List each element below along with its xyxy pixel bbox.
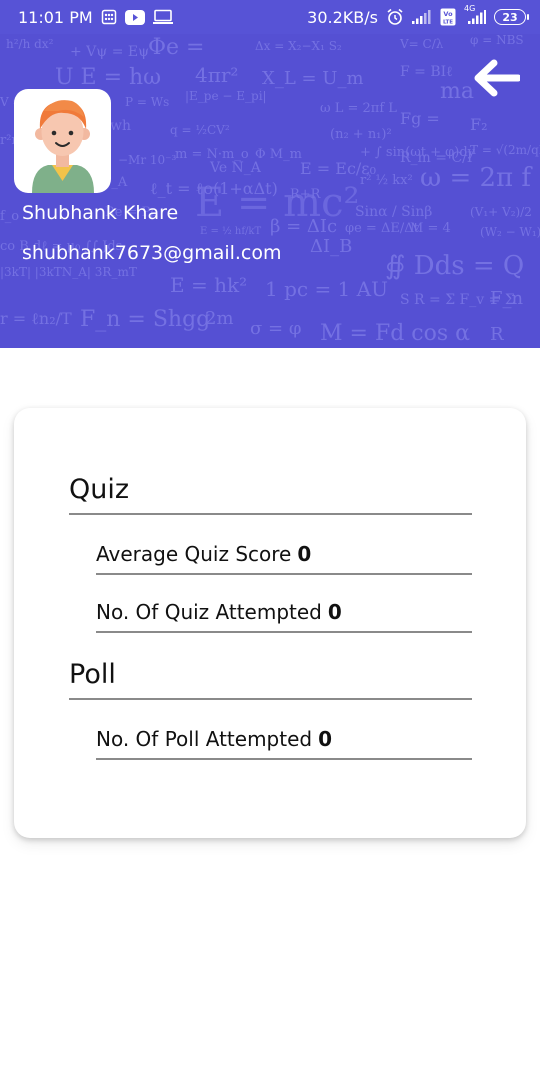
quiz-title-divider — [69, 513, 472, 515]
youtube-icon — [124, 9, 145, 25]
svg-text:2m: 2m — [205, 308, 234, 329]
battery-icon: 23 — [494, 9, 529, 25]
volte-bottom-text: LTE — [443, 20, 453, 26]
avatar[interactable] — [14, 89, 111, 193]
average-quiz-score-label: Average Quiz Score — [96, 542, 292, 566]
poll-attempted-row: No. Of Poll Attempted 0 — [96, 727, 332, 751]
svg-text:M = 4: M = 4 — [410, 221, 451, 236]
svg-text:E = ½ hf/kT: E = ½ hf/kT — [200, 226, 261, 237]
status-bar-left: 11:01 PM — [18, 8, 173, 27]
svg-text:q = ½CV²: q = ½CV² — [170, 123, 230, 137]
user-name: Shubhank Khare — [22, 202, 179, 224]
svg-text:T = √(2m/qB) (E−6): T = √(2m/qB) (E−6) — [470, 143, 540, 157]
quiz-attempted-label: No. Of Quiz Attempted — [96, 600, 322, 624]
svg-text:φ = NBS: φ = NBS — [470, 34, 524, 47]
svg-text:∯ Dds = Q: ∯ Dds = Q — [385, 251, 524, 281]
stats-card: Quiz Average Quiz Score 0 No. Of Quiz Att… — [14, 408, 526, 838]
svg-text:σ = φ: σ = φ — [250, 318, 301, 339]
svg-text:β = ΔIc: β = ΔIc — [270, 216, 337, 237]
svg-text:+ ∫ sin(ωt + φ)dy: + ∫ sin(ωt + φ)dy — [360, 145, 476, 160]
svg-text:P = Ws: P = Ws — [125, 95, 169, 109]
svg-text:|E_pe − E_pi|: |E_pe − E_pi| — [185, 89, 267, 103]
svg-text:ω = 2π f: ω = 2π f — [420, 163, 533, 193]
poll-attempted-divider — [96, 758, 472, 760]
poll-title-divider — [69, 698, 472, 700]
poll-attempted-label: No. Of Poll Attempted — [96, 727, 313, 751]
svg-text:wh: wh — [110, 118, 131, 134]
svg-text:4πr²: 4πr² — [195, 63, 238, 87]
quiz-attempted-row: No. Of Quiz Attempted 0 — [96, 600, 342, 624]
battery-level: 23 — [502, 10, 518, 24]
svg-text:U E = hω: U E = hω — [55, 65, 161, 90]
status-bar: 11:01 PM 30.2KB/s Vo LTE 4G 23 — [0, 0, 540, 34]
status-time: 11:01 PM — [18, 7, 93, 27]
cast-icon — [152, 9, 173, 25]
poll-attempted-value: 0 — [318, 727, 333, 751]
signal-4g-icon: 4G — [464, 4, 486, 24]
sim-card-icon — [101, 9, 117, 25]
svg-text:Δx = X₂−X₁ S₂: Δx = X₂−X₁ S₂ — [255, 39, 342, 53]
status-bar-right: 30.2KB/s Vo LTE 4G 23 — [307, 4, 529, 27]
svg-text:(n₂ + n₁)²: (n₂ + n₁)² — [330, 127, 392, 142]
svg-text:V= C/λ: V= C/λ — [399, 37, 444, 51]
svg-text:f_o: f_o — [0, 209, 19, 224]
svg-text:F₂: F₂ — [470, 115, 488, 134]
user-email: shubhank7673@gmail.com — [22, 242, 282, 264]
quiz-attempted-value: 0 — [327, 600, 342, 624]
volte-icon: Vo LTE — [440, 8, 456, 26]
back-button[interactable] — [470, 56, 522, 100]
svg-text:Φe =: Φe = — [148, 35, 204, 60]
svg-text:r = ℓn₂/T: r = ℓn₂/T — [0, 309, 72, 328]
svg-text:R: R — [490, 324, 504, 345]
svg-text:F_n: F_n — [490, 288, 523, 309]
svg-text:(W₂ − W₁): (W₂ − W₁) — [480, 225, 540, 239]
average-quiz-score-value: 0 — [297, 542, 312, 566]
signal-icon — [412, 10, 432, 24]
svg-text:+ Vψ = Eψ: + Vψ = Eψ — [70, 44, 149, 60]
svg-text:Fg =: Fg = — [400, 109, 440, 128]
svg-text:φe = ΔE/Δt: φe = ΔE/Δt — [345, 221, 420, 236]
average-quiz-score-row: Average Quiz Score 0 — [96, 542, 311, 566]
network-speed: 30.2KB/s — [307, 7, 378, 27]
svg-text:−Mr 10⁻³: −Mr 10⁻³ — [118, 153, 176, 167]
svg-text:F = BIℓ: F = BIℓ — [400, 64, 453, 80]
volte-top-text: Vo — [443, 10, 453, 18]
average-quiz-score-divider — [96, 573, 472, 575]
svg-text:F_n = Shgg: F_n = Shgg — [80, 307, 210, 332]
svg-text:(V₁+ V₂)/2: (V₁+ V₂)/2 — [470, 205, 532, 219]
profile-header: h²/h dx² + Vψ = Eψ Φe = Δx = X₂−X₁ S₂ V=… — [0, 34, 540, 348]
svg-text:ω L = 2πf L: ω L = 2πf L — [320, 101, 397, 116]
alarm-icon — [386, 8, 404, 26]
svg-text:|3kT| |3kTN_A| 3R_mT: |3kT| |3kTN_A| 3R_mT — [0, 265, 137, 279]
network-type: 4G — [464, 4, 476, 13]
svg-text:Ve N_A: Ve N_A — [209, 160, 262, 176]
svg-text:ma: ma — [440, 79, 474, 104]
quiz-section-title: Quiz — [69, 474, 130, 505]
svg-text:M = Fd cos α: M = Fd cos α — [320, 321, 470, 346]
svg-text:E = hk²: E = hk² — [170, 273, 247, 297]
poll-section-title: Poll — [69, 659, 116, 690]
svg-text:X_L = U_m: X_L = U_m — [262, 68, 364, 89]
arrow-back-icon — [474, 59, 520, 97]
svg-text:ΔI_B: ΔI_B — [310, 236, 352, 257]
svg-text:Sinα / Sinβ: Sinα / Sinβ — [355, 204, 432, 220]
svg-text:Φ M_m: Φ M_m — [255, 147, 302, 162]
svg-text:h²/h dx²: h²/h dx² — [6, 37, 54, 51]
svg-text:r² ½ kx²: r² ½ kx² — [360, 173, 413, 188]
user-avatar-icon — [32, 100, 94, 193]
quiz-attempted-divider — [96, 631, 472, 633]
svg-text:1 pc = 1 AU: 1 pc = 1 AU — [265, 277, 388, 301]
